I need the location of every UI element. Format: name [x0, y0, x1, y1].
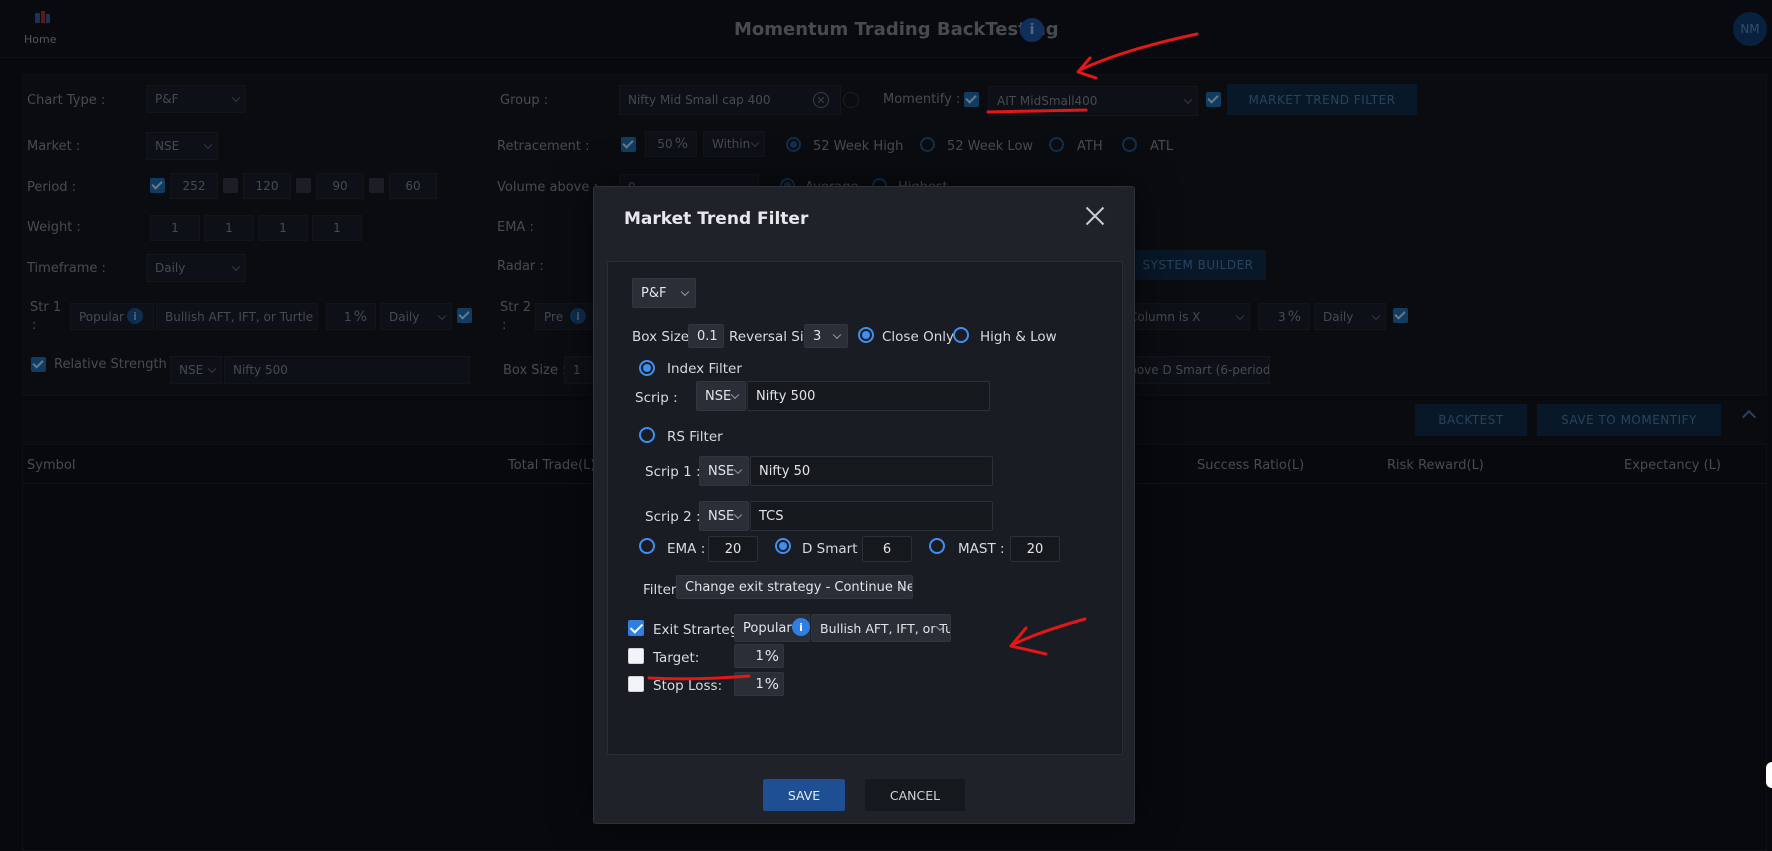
- filter-select[interactable]: Change exit strategy - Continue New entr…: [676, 575, 913, 599]
- dsmart-radio[interactable]: [775, 538, 791, 554]
- mast-radio[interactable]: [929, 538, 945, 554]
- rs-filter-label: RS Filter: [667, 429, 723, 445]
- exit-strategy-checkbox[interactable]: [628, 620, 644, 636]
- scrip2-input[interactable]: TCS: [750, 501, 993, 531]
- modal-ema-label: EMA :: [667, 541, 706, 557]
- modal-box-size-label: Box Size:: [632, 329, 694, 345]
- chevron-down-icon: [730, 390, 740, 400]
- modal-chart-type-select[interactable]: P&F: [632, 278, 696, 308]
- scrip2-market-select[interactable]: NSE: [699, 501, 749, 531]
- target-checkbox[interactable]: [628, 648, 644, 664]
- scrip-label: Scrip :: [635, 390, 678, 406]
- scrip2-label: Scrip 2 :: [645, 509, 701, 525]
- high-low-radio[interactable]: [953, 327, 969, 343]
- reversal-size-select[interactable]: 3: [804, 324, 848, 348]
- ema-radio[interactable]: [639, 538, 655, 554]
- ema-input[interactable]: 20: [708, 536, 758, 562]
- high-low-label: High & Low: [980, 329, 1057, 345]
- dsmart-label: D Smart :: [802, 541, 867, 557]
- target-input[interactable]: 1%: [734, 644, 784, 668]
- index-filter-label: Index Filter: [667, 361, 742, 377]
- stop-loss-checkbox[interactable]: [628, 676, 644, 692]
- exit-info-icon[interactable]: i: [792, 618, 810, 636]
- dialog-body: P&F Box Size: 0.1 Reversal Size: 3 Close…: [607, 261, 1123, 755]
- chevron-down-icon: [680, 287, 690, 297]
- chevron-down-icon: [733, 465, 743, 475]
- market-trend-filter-dialog: Market Trend Filter P&F Box Size: 0.1 Re…: [593, 186, 1135, 824]
- close-icon[interactable]: [1084, 205, 1106, 227]
- mast-input[interactable]: 20: [1010, 536, 1060, 562]
- close-only-radio[interactable]: [858, 327, 874, 343]
- stop-loss-label: Stop Loss:: [653, 678, 723, 694]
- rs-filter-radio[interactable]: [639, 427, 655, 443]
- scrip-input[interactable]: Nifty 500: [747, 381, 990, 411]
- scrip1-input[interactable]: Nifty 50: [750, 456, 993, 486]
- mast-label: MAST :: [958, 541, 1005, 557]
- index-filter-radio[interactable]: [639, 360, 655, 376]
- scrip-market-select[interactable]: NSE: [696, 381, 746, 411]
- chevron-down-icon: [832, 330, 842, 340]
- dsmart-input[interactable]: 6: [862, 536, 912, 562]
- save-button[interactable]: SAVE: [763, 779, 845, 811]
- chevron-down-icon: [733, 510, 743, 520]
- exit-strategy-select[interactable]: Bullish AFT, IFT, or Turtle: [811, 614, 951, 642]
- cancel-button[interactable]: CANCEL: [865, 779, 965, 811]
- modal-box-size-input[interactable]: 0.1: [688, 324, 724, 348]
- dialog-title: Market Trend Filter: [624, 209, 809, 229]
- scrip1-label: Scrip 1 :: [645, 464, 701, 480]
- scroll-handle[interactable]: [1766, 762, 1772, 788]
- close-only-label: Close Only: [882, 329, 954, 345]
- scrip1-market-select[interactable]: NSE: [699, 456, 749, 486]
- stop-loss-input[interactable]: 1%: [734, 672, 784, 696]
- target-label: Target:: [653, 650, 700, 666]
